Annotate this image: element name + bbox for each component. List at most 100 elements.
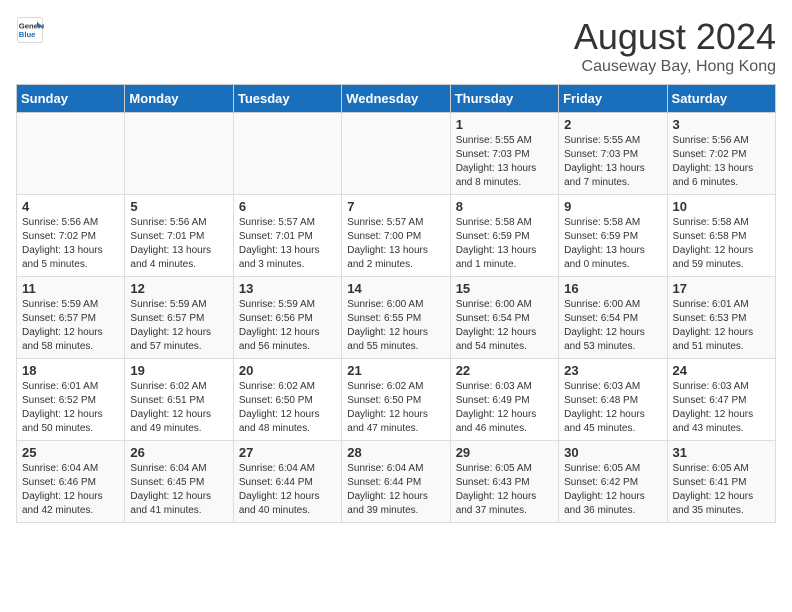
day-info: Sunrise: 5:58 AM Sunset: 6:59 PM Dayligh… (456, 216, 553, 272)
day-number: 16 (564, 281, 661, 296)
header-tuesday: Tuesday (233, 85, 341, 113)
day-number: 2 (564, 117, 661, 132)
day-number: 20 (239, 363, 336, 378)
day-number: 26 (130, 445, 227, 460)
day-info: Sunrise: 6:02 AM Sunset: 6:50 PM Dayligh… (239, 380, 336, 436)
calendar-week-row: 4 Sunrise: 5:56 AM Sunset: 7:02 PM Daylig… (17, 195, 776, 277)
calendar-cell: 4 Sunrise: 5:56 AM Sunset: 7:02 PM Daylig… (17, 195, 125, 277)
day-info: Sunrise: 6:04 AM Sunset: 6:44 PM Dayligh… (347, 462, 444, 518)
day-info: Sunrise: 6:04 AM Sunset: 6:45 PM Dayligh… (130, 462, 227, 518)
day-number: 7 (347, 199, 444, 214)
day-number: 25 (22, 445, 119, 460)
header-saturday: Saturday (667, 85, 775, 113)
day-info: Sunrise: 6:05 AM Sunset: 6:43 PM Dayligh… (456, 462, 553, 518)
calendar-cell: 31Sunrise: 6:05 AM Sunset: 6:41 PM Dayli… (667, 441, 775, 523)
location-subtitle: Causeway Bay, Hong Kong (574, 58, 776, 76)
month-year-title: August 2024 (574, 16, 776, 58)
day-number: 23 (564, 363, 661, 378)
day-info: Sunrise: 6:05 AM Sunset: 6:42 PM Dayligh… (564, 462, 661, 518)
day-number: 17 (673, 281, 770, 296)
day-number: 5 (130, 199, 227, 214)
header-wednesday: Wednesday (342, 85, 450, 113)
calendar-cell: 26 Sunrise: 6:04 AM Sunset: 6:45 PM Dayli… (125, 441, 233, 523)
calendar-cell: 11 Sunrise: 5:59 AM Sunset: 6:57 PM Dayli… (17, 277, 125, 359)
calendar-cell: 25Sunrise: 6:04 AM Sunset: 6:46 PM Dayli… (17, 441, 125, 523)
calendar-header-row: SundayMondayTuesdayWednesdayThursdayFrid… (17, 85, 776, 113)
calendar-cell: 9 Sunrise: 5:58 AM Sunset: 6:59 PM Daylig… (559, 195, 667, 277)
day-number: 11 (22, 281, 119, 296)
calendar-cell: 21Sunrise: 6:02 AM Sunset: 6:50 PM Dayli… (342, 359, 450, 441)
day-number: 9 (564, 199, 661, 214)
day-info: Sunrise: 5:57 AM Sunset: 7:00 PM Dayligh… (347, 216, 444, 272)
day-number: 6 (239, 199, 336, 214)
day-info: Sunrise: 6:05 AM Sunset: 6:41 PM Dayligh… (673, 462, 770, 518)
day-number: 21 (347, 363, 444, 378)
calendar-cell: 20 Sunrise: 6:02 AM Sunset: 6:50 PM Dayli… (233, 359, 341, 441)
calendar-cell (125, 113, 233, 195)
page-header: General Blue August 2024 Causeway Bay, H… (16, 16, 776, 76)
calendar-week-row: 18Sunrise: 6:01 AM Sunset: 6:52 PM Dayli… (17, 359, 776, 441)
calendar-cell: 13 Sunrise: 5:59 AM Sunset: 6:56 PM Dayli… (233, 277, 341, 359)
header-thursday: Thursday (450, 85, 558, 113)
calendar-cell: 19 Sunrise: 6:02 AM Sunset: 6:51 PM Dayli… (125, 359, 233, 441)
day-info: Sunrise: 5:55 AM Sunset: 7:03 PM Dayligh… (456, 134, 553, 190)
day-number: 30 (564, 445, 661, 460)
day-info: Sunrise: 6:02 AM Sunset: 6:51 PM Dayligh… (130, 380, 227, 436)
logo-icon: General Blue (16, 16, 44, 44)
day-info: Sunrise: 5:56 AM Sunset: 7:02 PM Dayligh… (673, 134, 770, 190)
day-info: Sunrise: 5:55 AM Sunset: 7:03 PM Dayligh… (564, 134, 661, 190)
day-number: 10 (673, 199, 770, 214)
calendar-week-row: 25Sunrise: 6:04 AM Sunset: 6:46 PM Dayli… (17, 441, 776, 523)
day-number: 3 (673, 117, 770, 132)
day-info: Sunrise: 5:56 AM Sunset: 7:02 PM Dayligh… (22, 216, 119, 272)
day-info: Sunrise: 5:58 AM Sunset: 6:59 PM Dayligh… (564, 216, 661, 272)
day-info: Sunrise: 5:59 AM Sunset: 6:56 PM Dayligh… (239, 298, 336, 354)
title-block: August 2024 Causeway Bay, Hong Kong (574, 16, 776, 76)
day-info: Sunrise: 6:03 AM Sunset: 6:48 PM Dayligh… (564, 380, 661, 436)
calendar-cell: 2 Sunrise: 5:55 AM Sunset: 7:03 PM Daylig… (559, 113, 667, 195)
svg-text:Blue: Blue (19, 30, 36, 39)
day-number: 8 (456, 199, 553, 214)
day-info: Sunrise: 5:58 AM Sunset: 6:58 PM Dayligh… (673, 216, 770, 272)
calendar-cell: 6Sunrise: 5:57 AM Sunset: 7:01 PM Daylig… (233, 195, 341, 277)
day-number: 4 (22, 199, 119, 214)
calendar-cell: 3 Sunrise: 5:56 AM Sunset: 7:02 PM Daylig… (667, 113, 775, 195)
day-info: Sunrise: 6:03 AM Sunset: 6:47 PM Dayligh… (673, 380, 770, 436)
day-number: 1 (456, 117, 553, 132)
day-info: Sunrise: 6:03 AM Sunset: 6:49 PM Dayligh… (456, 380, 553, 436)
day-number: 28 (347, 445, 444, 460)
day-number: 22 (456, 363, 553, 378)
header-friday: Friday (559, 85, 667, 113)
day-number: 12 (130, 281, 227, 296)
calendar-cell: 15Sunrise: 6:00 AM Sunset: 6:54 PM Dayli… (450, 277, 558, 359)
day-number: 13 (239, 281, 336, 296)
day-number: 27 (239, 445, 336, 460)
calendar-cell: 24 Sunrise: 6:03 AM Sunset: 6:47 PM Dayli… (667, 359, 775, 441)
logo: General Blue (16, 16, 44, 44)
calendar-cell (342, 113, 450, 195)
calendar-cell: 27Sunrise: 6:04 AM Sunset: 6:44 PM Dayli… (233, 441, 341, 523)
calendar-cell: 10 Sunrise: 5:58 AM Sunset: 6:58 PM Dayli… (667, 195, 775, 277)
header-sunday: Sunday (17, 85, 125, 113)
calendar-cell (17, 113, 125, 195)
calendar-cell: 14 Sunrise: 6:00 AM Sunset: 6:55 PM Dayli… (342, 277, 450, 359)
calendar-table: SundayMondayTuesdayWednesdayThursdayFrid… (16, 84, 776, 523)
calendar-cell: 1 Sunrise: 5:55 AM Sunset: 7:03 PM Daylig… (450, 113, 558, 195)
day-info: Sunrise: 5:59 AM Sunset: 6:57 PM Dayligh… (130, 298, 227, 354)
calendar-cell: 17Sunrise: 6:01 AM Sunset: 6:53 PM Dayli… (667, 277, 775, 359)
header-monday: Monday (125, 85, 233, 113)
calendar-cell: 7 Sunrise: 5:57 AM Sunset: 7:00 PM Daylig… (342, 195, 450, 277)
day-number: 15 (456, 281, 553, 296)
calendar-cell: 8 Sunrise: 5:58 AM Sunset: 6:59 PM Daylig… (450, 195, 558, 277)
calendar-cell: 29Sunrise: 6:05 AM Sunset: 6:43 PM Dayli… (450, 441, 558, 523)
calendar-cell: 22 Sunrise: 6:03 AM Sunset: 6:49 PM Dayli… (450, 359, 558, 441)
day-info: Sunrise: 5:59 AM Sunset: 6:57 PM Dayligh… (22, 298, 119, 354)
day-info: Sunrise: 6:00 AM Sunset: 6:55 PM Dayligh… (347, 298, 444, 354)
calendar-cell: 28 Sunrise: 6:04 AM Sunset: 6:44 PM Dayli… (342, 441, 450, 523)
day-info: Sunrise: 5:56 AM Sunset: 7:01 PM Dayligh… (130, 216, 227, 272)
day-number: 24 (673, 363, 770, 378)
calendar-week-row: 1 Sunrise: 5:55 AM Sunset: 7:03 PM Daylig… (17, 113, 776, 195)
day-number: 14 (347, 281, 444, 296)
day-number: 19 (130, 363, 227, 378)
calendar-week-row: 11 Sunrise: 5:59 AM Sunset: 6:57 PM Dayli… (17, 277, 776, 359)
